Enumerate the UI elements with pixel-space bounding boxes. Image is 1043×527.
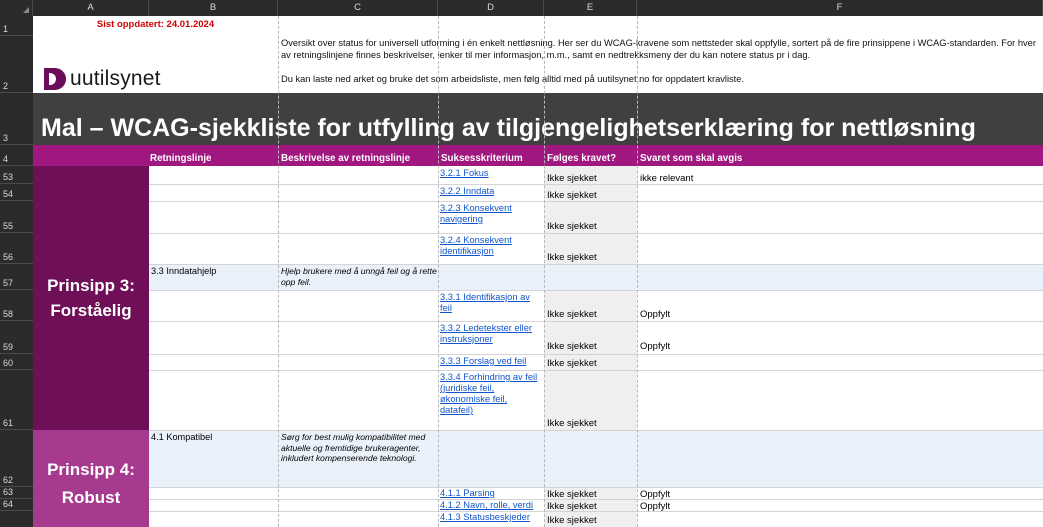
row-header-55[interactable]: 55 xyxy=(0,201,33,233)
row-divider xyxy=(149,354,1043,355)
uutilsynet-logo: uutilsynet xyxy=(44,66,244,92)
row-header-63[interactable]: 63 xyxy=(0,487,33,499)
row-header-53[interactable]: 53 xyxy=(0,166,33,184)
criterion-link-3-3-4[interactable]: 3.3.4 Forhindring av feil (juridiske fei… xyxy=(440,372,540,426)
row-header-3[interactable]: 3 xyxy=(0,93,33,145)
header-criterion[interactable]: Suksesskriterium xyxy=(441,153,523,164)
criterion-link-3-2-4[interactable]: 3.2.4 Konsekvent identifikasjon xyxy=(440,235,542,263)
column-header-bar: A B C D E F xyxy=(0,0,1043,16)
status-3-2-4[interactable]: Ikke sjekket xyxy=(547,252,635,263)
criterion-link-3-2-3[interactable]: 3.2.3 Konsekvent navigering xyxy=(440,203,542,231)
row-divider xyxy=(149,290,1043,291)
status-4-1-3[interactable]: Ikke sjekket xyxy=(547,515,635,527)
row-divider xyxy=(149,321,1043,322)
principle-4-title: Prinsipp 4: xyxy=(47,459,135,479)
principle-3-name: Forståelig xyxy=(50,301,132,320)
column-gridline xyxy=(637,16,638,527)
criterion-link-3-3-1[interactable]: 3.3.1 Identifikasjon av feil xyxy=(440,292,544,320)
column-header-f[interactable]: F xyxy=(637,0,1043,16)
status-3-3-3[interactable]: Ikke sjekket xyxy=(547,358,635,369)
column-gridline xyxy=(438,16,439,527)
criterion-link-3-2-2[interactable]: 3.2.2 Inndata xyxy=(440,186,542,197)
column-header-e[interactable]: E xyxy=(544,0,637,16)
row-header-1[interactable]: 1 xyxy=(0,16,33,36)
guideline-4-1-description[interactable]: Sørg for best mulig kompatibilitet med a… xyxy=(281,432,435,484)
principle-4-cell[interactable]: Prinsipp 4: Robust xyxy=(33,430,149,527)
principle-4-name: Robust xyxy=(61,487,121,507)
column-header-d[interactable]: D xyxy=(438,0,544,16)
header-guideline[interactable]: Retningslinje xyxy=(150,153,212,164)
answer-4-1-1[interactable]: Oppfylt xyxy=(640,489,840,500)
sheet-title[interactable]: Mal – WCAG-sjekkliste for utfylling av t… xyxy=(33,93,1043,145)
answer-4-1-2[interactable]: Oppfylt xyxy=(640,501,840,512)
row-header-64[interactable]: 64 xyxy=(0,499,33,511)
status-3-3-2[interactable]: Ikke sjekket xyxy=(547,341,635,352)
download-note[interactable]: Du kan laste ned arket og bruke det som … xyxy=(281,74,1041,87)
row-header-56[interactable]: 56 xyxy=(0,233,33,264)
row-header-57[interactable]: 57 xyxy=(0,264,33,290)
principle-3-title: Prinsipp 3: xyxy=(47,276,135,295)
row-divider xyxy=(149,487,1043,488)
row-header-61[interactable]: 61 xyxy=(0,370,33,430)
status-3-2-2[interactable]: Ikke sjekket xyxy=(547,190,635,201)
logo-text: uutilsynet xyxy=(70,67,161,90)
answer-3-2-1[interactable]: ikke relevant xyxy=(640,173,840,184)
row-divider xyxy=(149,370,1043,371)
row-header-65[interactable] xyxy=(0,511,33,527)
row-divider xyxy=(149,233,1043,234)
criterion-link-3-2-1[interactable]: 3.2.1 Fokus xyxy=(440,168,542,179)
status-3-3-1[interactable]: Ikke sjekket xyxy=(547,309,635,320)
status-3-3-4[interactable]: Ikke sjekket xyxy=(547,418,635,429)
column-gridline xyxy=(544,16,545,527)
row-divider xyxy=(149,201,1043,202)
row-header-59[interactable]: 59 xyxy=(0,321,33,354)
row-header-60[interactable]: 60 xyxy=(0,354,33,370)
table-header-row: Retningslinje Beskrivelse av retningslin… xyxy=(33,145,1043,166)
guideline-3-3[interactable]: 3.3 Inndatahjelp xyxy=(151,266,276,276)
select-all-corner[interactable] xyxy=(0,0,33,16)
row-divider xyxy=(149,430,1043,431)
header-followed[interactable]: Følges kravet? xyxy=(547,153,616,164)
status-4-1-2[interactable]: Ikke sjekket xyxy=(547,501,635,512)
guideline-4-1[interactable]: 4.1 Kompatibel xyxy=(151,432,276,442)
status-3-2-3[interactable]: Ikke sjekket xyxy=(547,221,635,232)
criterion-link-3-3-2[interactable]: 3.3.2 Ledetekster eller instruksjoner xyxy=(440,323,542,351)
answer-3-3-1[interactable]: Oppfylt xyxy=(640,309,840,320)
row-divider xyxy=(149,184,1043,185)
principle-3-cell[interactable]: Prinsipp 3: Forståelig xyxy=(33,166,149,430)
criterion-link-3-3-3[interactable]: 3.3.3 Forslag ved feil xyxy=(440,356,544,367)
row-header-2[interactable]: 2 xyxy=(0,36,33,93)
row-header-62[interactable]: 62 xyxy=(0,430,33,487)
row-divider xyxy=(149,264,1043,265)
column-header-a[interactable]: A xyxy=(33,0,149,16)
guideline-3-3-description[interactable]: Hjelp brukere med å unngå feil og å rett… xyxy=(281,266,437,289)
criterion-link-4-1-2[interactable]: 4.1.2 Navn, rolle, verdi xyxy=(440,500,544,511)
criterion-link-4-1-3[interactable]: 4.1.3 Statusbeskjeder xyxy=(440,512,544,527)
header-answer[interactable]: Svaret som skal avgis xyxy=(640,153,742,164)
criterion-link-4-1-1[interactable]: 4.1.1 Parsing xyxy=(440,488,544,499)
answer-3-3-2[interactable]: Oppfylt xyxy=(640,341,840,352)
status-3-2-1[interactable]: Ikke sjekket xyxy=(547,173,635,184)
column-header-b[interactable]: B xyxy=(149,0,278,16)
row-header-4[interactable]: 4 xyxy=(0,145,33,166)
last-updated-label[interactable]: Sist oppdatert: 24.01.2024 xyxy=(33,19,278,33)
column-header-c[interactable]: C xyxy=(278,0,438,16)
row-header-54[interactable]: 54 xyxy=(0,184,33,201)
header-description[interactable]: Beskrivelse av retningslinje xyxy=(281,153,410,164)
intro-paragraph[interactable]: Oversikt over status for universell utfo… xyxy=(281,38,1041,62)
row-header-58[interactable]: 58 xyxy=(0,290,33,321)
uutilsynet-logo-icon xyxy=(44,68,66,90)
status-4-1-1[interactable]: Ikke sjekket xyxy=(547,489,635,500)
column-gridline xyxy=(278,16,279,527)
